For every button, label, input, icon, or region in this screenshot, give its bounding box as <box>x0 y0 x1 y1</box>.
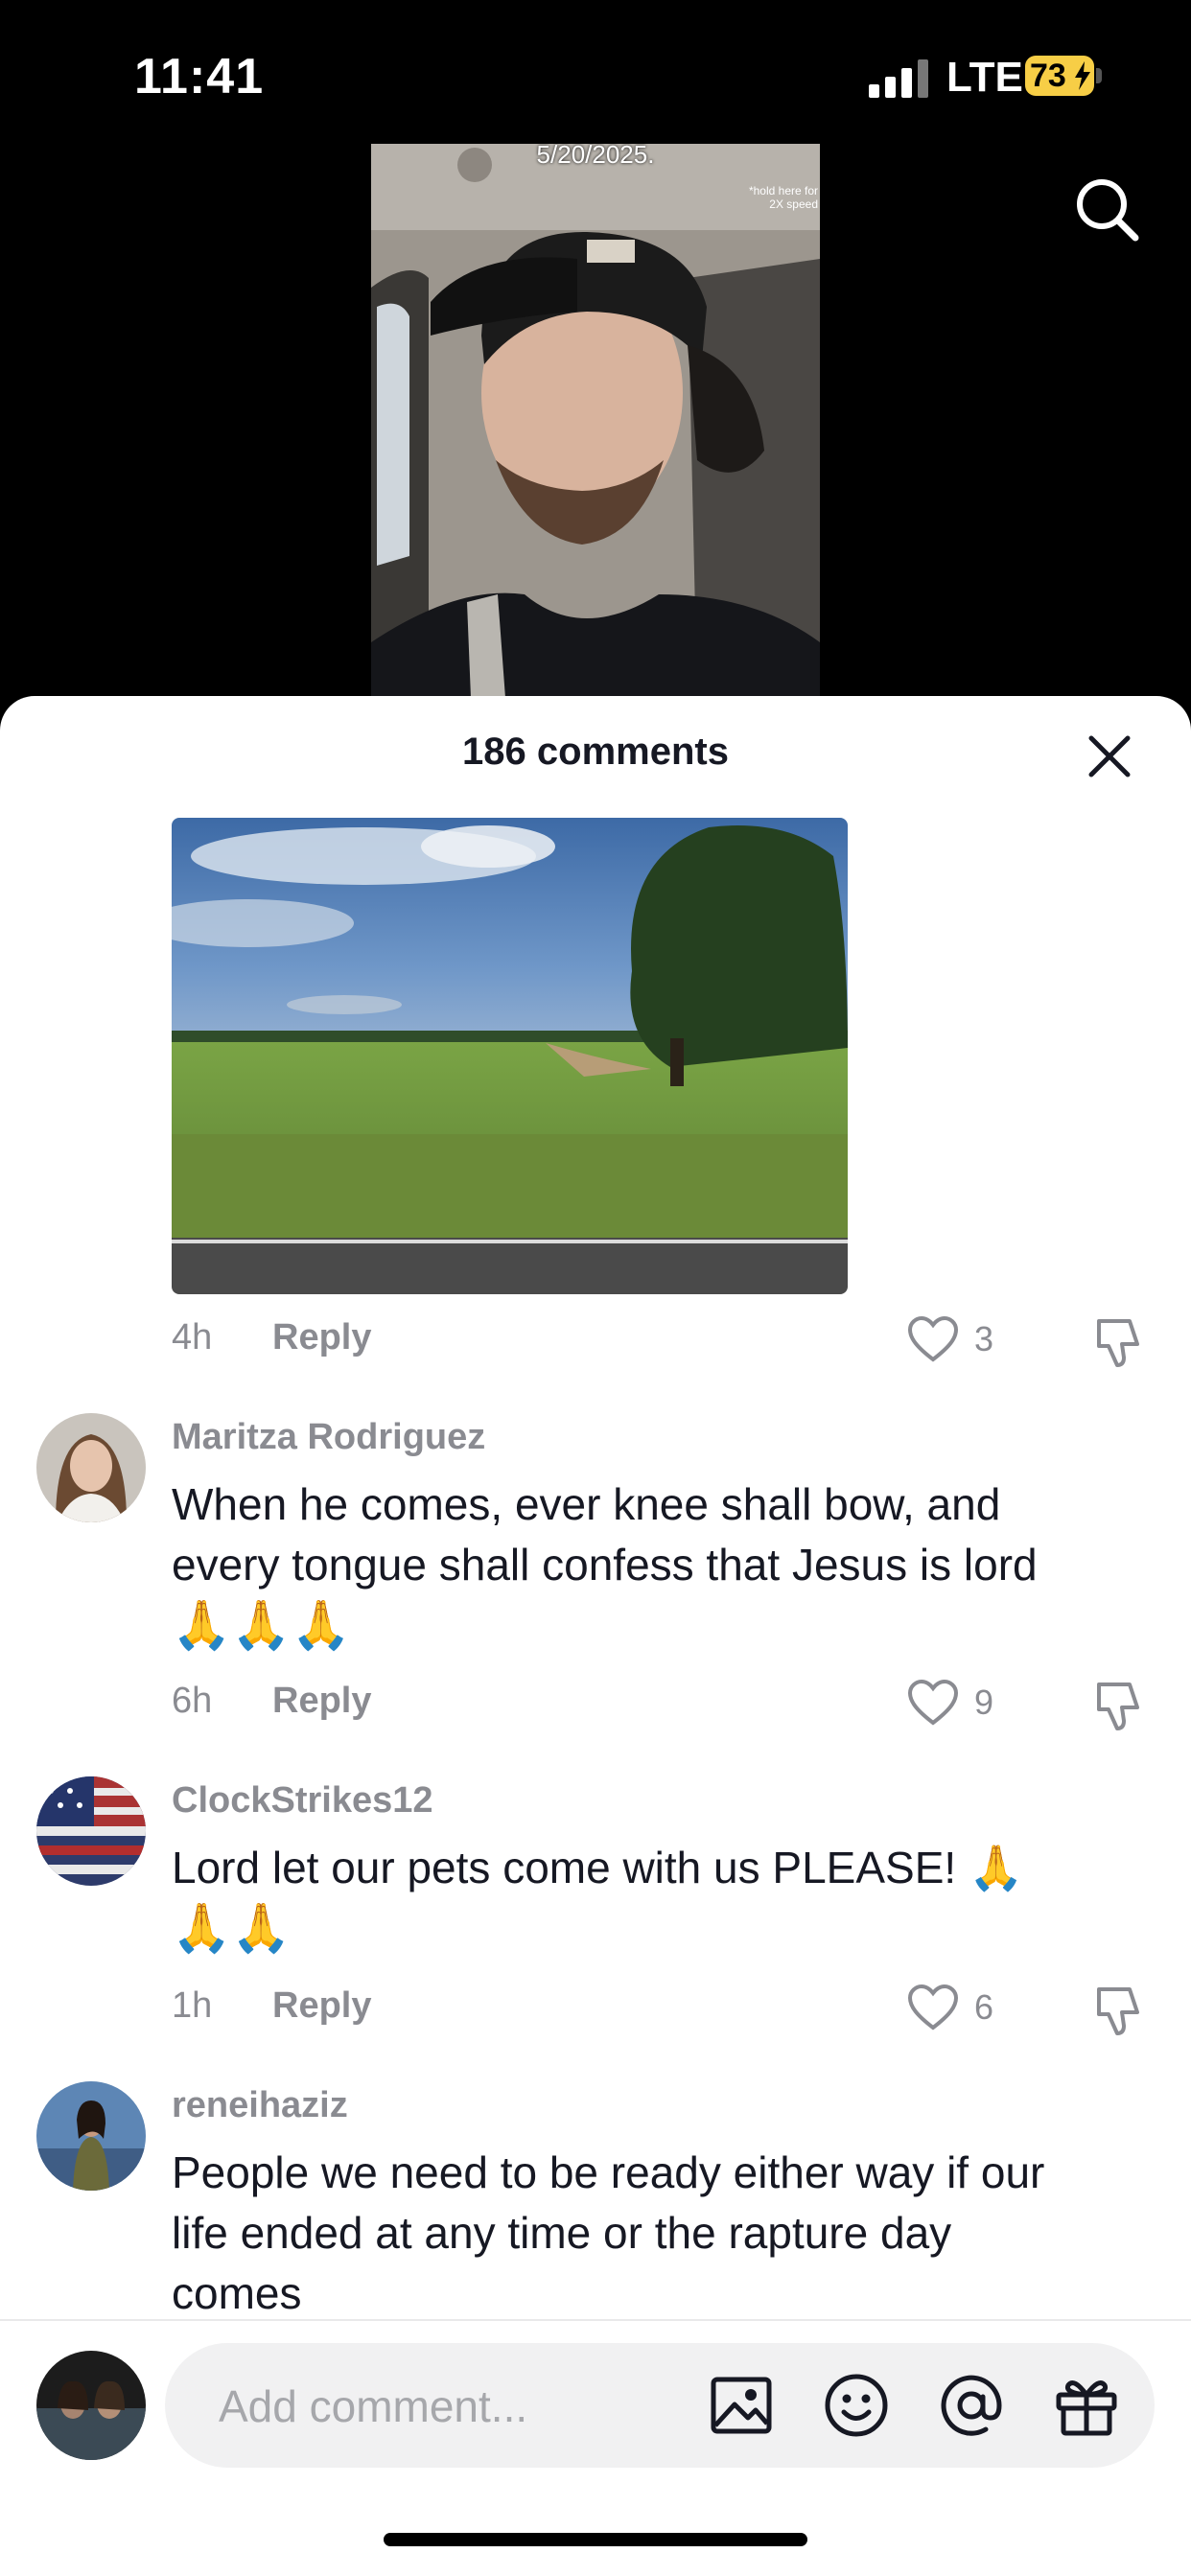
gift-icon[interactable] <box>1051 2370 1122 2441</box>
dislike-icon[interactable] <box>1091 1679 1145 1732</box>
charging-bolt-icon <box>1075 61 1090 90</box>
comment-username[interactable]: reneihaziz <box>172 2085 348 2126</box>
heart-icon[interactable] <box>907 1984 959 2031</box>
comment-text-line: life ended at any time or the rapture da… <box>172 2208 952 2258</box>
comment-emoji: 🙏🙏 <box>172 1901 292 1955</box>
avatar-image <box>36 1413 146 1522</box>
close-icon[interactable] <box>1087 734 1132 778</box>
like-count: 9 <box>974 1683 994 1722</box>
signal-icon <box>869 59 928 98</box>
comment-text-line: every tongue shall confess that Jesus is… <box>172 1540 1038 1590</box>
network-label: LTE <box>946 54 1023 101</box>
heart-icon[interactable] <box>907 1679 959 1727</box>
reply-button[interactable]: Reply <box>272 1681 371 1722</box>
avatar-image <box>36 1776 146 1886</box>
video-frame <box>371 144 820 698</box>
comment-text: Lord let our pets come with us PLEASE! 🙏… <box>172 1838 1150 1959</box>
comment-text: People we need to be ready either way if… <box>172 2143 1150 2324</box>
comment-username[interactable]: ClockStrikes12 <box>172 1780 433 1822</box>
comment-time: 1h <box>172 1985 213 2026</box>
image-icon[interactable] <box>706 2370 777 2441</box>
heart-icon[interactable] <box>907 1315 959 1363</box>
comments-count-title: 186 comments <box>462 731 729 773</box>
comment-emoji: 🙏🙏🙏 <box>172 1598 351 1652</box>
comment-time: 4h <box>172 1317 213 1358</box>
my-avatar[interactable] <box>36 2351 146 2460</box>
search-icon[interactable] <box>1072 174 1141 244</box>
reply-button[interactable]: Reply <box>272 1985 371 2027</box>
battery-level: 73 <box>1030 58 1066 94</box>
status-time: 11:41 <box>134 49 265 104</box>
home-indicator <box>384 2533 807 2546</box>
comment-username[interactable]: Maritza Rodriguez <box>172 1417 485 1458</box>
video-player[interactable]: 5/20/2025. *hold here for 2X speed <box>371 144 820 698</box>
at-icon[interactable] <box>936 2370 1007 2441</box>
battery-icon: 73 <box>1025 56 1102 96</box>
comment-text-line: comes <box>172 2268 302 2318</box>
divider <box>0 2319 1191 2321</box>
comment-text-line: Lord let our pets come with us PLEASE! 🙏 <box>172 1843 1024 1892</box>
video-date-overlay: 5/20/2025. <box>536 144 655 169</box>
dislike-icon[interactable] <box>1091 1984 1145 2037</box>
landscape-image <box>172 818 848 1294</box>
comment-photo[interactable] <box>172 818 848 1294</box>
comment-time: 6h <box>172 1681 213 1721</box>
avatar-image <box>36 2081 146 2191</box>
comment-text: When he comes, ever knee shall bow, and … <box>172 1474 1150 1656</box>
comment-text-line: When he comes, ever knee shall bow, and <box>172 1479 1001 1529</box>
my-avatar-image <box>36 2351 146 2460</box>
avatar[interactable] <box>36 2081 146 2191</box>
like-count: 3 <box>974 1319 994 1358</box>
like-count: 6 <box>974 1987 994 2027</box>
reply-button[interactable]: Reply <box>272 1317 371 1358</box>
comment-text-line: People we need to be ready either way if… <box>172 2147 1045 2197</box>
emoji-icon[interactable] <box>821 2370 892 2441</box>
comments-sheet: 186 comments 4h Reply 3 Maritza Rodrigue… <box>0 696 1191 2576</box>
avatar[interactable] <box>36 1776 146 1886</box>
avatar[interactable] <box>36 1413 146 1522</box>
video-speed-hint: *hold here for 2X speed <box>748 184 818 211</box>
status-bar: 11:41 LTE 73 <box>0 0 1191 144</box>
comment-composer <box>165 2343 1155 2468</box>
dislike-icon[interactable] <box>1091 1315 1145 1369</box>
